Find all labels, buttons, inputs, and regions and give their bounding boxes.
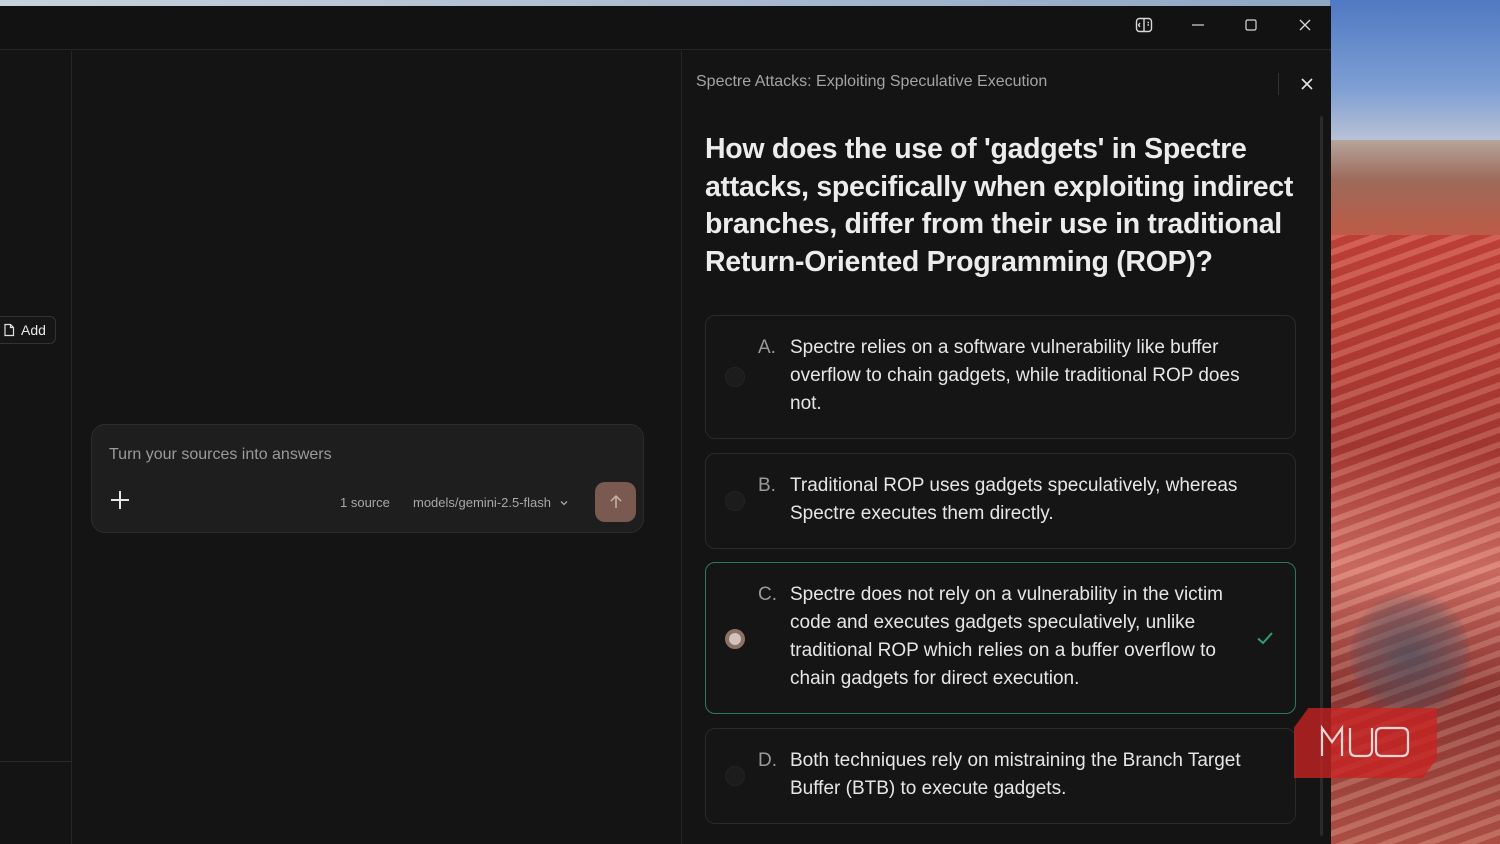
close-icon[interactable] [1285,10,1325,40]
chevron-down-icon [560,500,568,505]
close-icon[interactable] [1296,73,1318,95]
chat-input[interactable]: Turn your sources into answers [109,446,332,464]
minimize-icon[interactable] [1178,10,1218,40]
muo-logo-icon [1320,724,1410,758]
quiz-question: How does the use of 'gadgets' in Spectre… [705,133,1294,278]
quiz-option-d[interactable]: D. Both techniques rely on mistraining t… [705,728,1296,824]
muo-watermark-logo [1294,708,1437,778]
wallpaper-sky [1330,0,1500,150]
chat-composer: Turn your sources into answers 1 source … [91,424,644,533]
radio-button[interactable] [725,367,745,387]
quiz-header-divider [1278,73,1279,95]
radio-button[interactable] [725,491,745,511]
quiz-option-a[interactable]: A. Spectre relies on a software vulnerab… [705,315,1296,439]
option-text: Both techniques rely on mistraining the … [790,750,1241,799]
source-count[interactable]: 1 source [340,495,390,510]
model-name: models/gemini-2.5-flash [413,495,552,510]
add-source-button[interactable]: Add [0,316,56,344]
send-button[interactable] [595,482,636,522]
quiz-panel: Spectre Attacks: Exploiting Speculative … [682,51,1331,844]
option-letter: A. [758,337,776,358]
add-source-label: Add [21,322,46,338]
maximize-icon[interactable] [1231,10,1271,40]
radio-button[interactable] [725,766,745,786]
wallpaper-bush [1350,590,1470,720]
chat-panel: Turn your sources into answers 1 source … [72,51,682,844]
quiz-title: Spectre Attacks: Exploiting Speculative … [696,73,1048,90]
radio-button-selected[interactable] [725,629,745,649]
add-document-icon [4,323,15,337]
model-selector[interactable]: models/gemini-2.5-flash [413,495,569,510]
title-bar [0,6,1331,50]
sources-sidebar: Add [0,51,72,844]
option-text: Traditional ROP uses gadgets speculative… [790,475,1238,524]
sidebar-divider [0,761,72,762]
option-letter: D. [758,750,777,771]
quiz-option-c[interactable]: C. Spectre does not rely on a vulnerabil… [705,562,1296,714]
sidebar-toggle-icon[interactable] [1124,10,1164,40]
option-text: Spectre does not rely on a vulnerability… [790,584,1223,689]
plus-icon[interactable] [109,489,131,511]
quiz-option-b[interactable]: B. Traditional ROP uses gadgets speculat… [705,453,1296,549]
option-letter: C. [758,584,777,605]
wallpaper-mesa [1330,140,1500,240]
option-letter: B. [758,475,776,496]
check-icon [1255,628,1275,648]
option-text: Spectre relies on a software vulnerabili… [790,337,1240,414]
app-window: Add Turn your sources into answers 1 sou… [0,6,1331,844]
arrow-up-icon [609,494,622,508]
